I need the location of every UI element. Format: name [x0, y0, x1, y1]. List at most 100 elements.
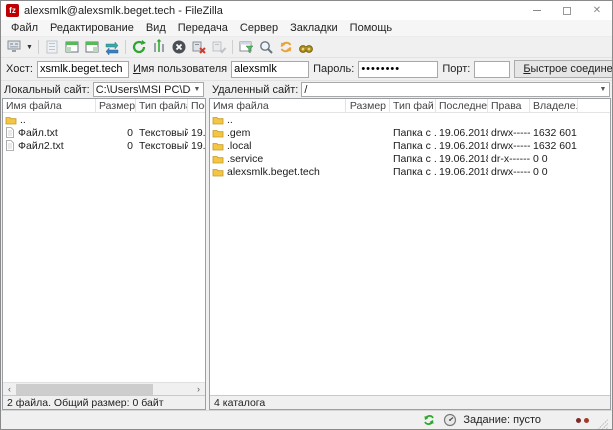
disconnect-icon[interactable]: [189, 38, 209, 56]
file-icon: [5, 127, 15, 138]
local-col-type[interactable]: Тип файла: [136, 99, 188, 112]
directory-compare-icon[interactable]: [256, 38, 276, 56]
filter-icon[interactable]: [236, 38, 256, 56]
chevron-down-icon[interactable]: ▼: [597, 86, 609, 93]
local-panel: Имя файла Размер Тип файла Последнее и .…: [2, 98, 206, 410]
site-manager-icon[interactable]: [4, 38, 24, 56]
local-col-modified[interactable]: Последнее и: [188, 99, 205, 112]
table-row[interactable]: .gem Папка с ... 19.06.2018 ... drwx----…: [210, 126, 610, 139]
local-file-list[interactable]: .. Файл.txt 0 Текстовый ... 19.06.2018 1…: [3, 113, 205, 382]
close-button[interactable]: ✕: [582, 1, 612, 20]
username-label: Имя пользователя: [133, 63, 227, 75]
folder-icon: [212, 115, 224, 125]
remote-col-size[interactable]: Размер: [346, 99, 390, 112]
folder-icon: [212, 167, 224, 177]
menu-transfer[interactable]: Передача: [172, 21, 234, 35]
port-input[interactable]: [474, 61, 510, 78]
local-site-label: Локальный сайт:: [4, 84, 90, 96]
cancel-icon[interactable]: [169, 38, 189, 56]
quickconnect-button[interactable]: Быстрое соединение: [514, 60, 613, 78]
refresh-icon[interactable]: [129, 38, 149, 56]
remote-status-text: 4 каталога: [210, 395, 610, 409]
local-horizontal-scrollbar[interactable]: ‹ ›: [3, 382, 205, 395]
find-files-icon[interactable]: [296, 38, 316, 56]
remote-site-label: Удаленный сайт:: [212, 84, 298, 96]
menu-edit[interactable]: Редактирование: [44, 21, 140, 35]
led-icon: [576, 418, 581, 423]
toggle-queue-icon[interactable]: [102, 38, 122, 56]
table-row[interactable]: alexsmlk.beget.tech Папка с ... 19.06.20…: [210, 165, 610, 178]
port-label: Порт:: [442, 63, 470, 75]
local-path-combo[interactable]: C:\Users\MSI PC\Desktop\статья\ ▼: [93, 82, 204, 97]
remote-col-type[interactable]: Тип фай: [390, 99, 436, 112]
speed-limit-icon[interactable]: [442, 412, 458, 428]
folder-icon: [212, 141, 224, 151]
folder-icon: [212, 128, 224, 138]
reconnect-icon[interactable]: [209, 38, 229, 56]
window-title: alexsmlk@alexsmlk.beget.tech - FileZilla: [24, 5, 522, 17]
transfer-indicator-leds: [576, 418, 589, 423]
process-queue-icon[interactable]: [149, 38, 169, 56]
username-input[interactable]: [231, 61, 309, 78]
file-icon: [5, 140, 15, 151]
minimize-button[interactable]: [522, 1, 552, 20]
remote-col-modified[interactable]: Последнее...: [436, 99, 488, 112]
folder-icon: [212, 154, 224, 164]
scrollbar-thumb[interactable]: [16, 384, 153, 395]
led-icon: [584, 418, 589, 423]
local-list-header: Имя файла Размер Тип файла Последнее и: [3, 99, 205, 113]
local-col-name[interactable]: Имя файла: [3, 99, 96, 112]
table-row[interactable]: Файл2.txt 0 Текстовый ... 19.06.2018 16: [3, 139, 205, 152]
queue-status-label: Задание: пусто: [463, 414, 541, 426]
local-status-text: 2 файла. Общий размер: 0 байт: [3, 395, 205, 409]
synchronized-browsing-icon[interactable]: [276, 38, 296, 56]
remote-path-combo[interactable]: / ▼: [301, 82, 610, 97]
remote-path-value: /: [302, 84, 597, 96]
password-label: Пароль:: [313, 63, 354, 75]
sync-browsing-status-icon[interactable]: [421, 412, 437, 428]
remote-col-name[interactable]: Имя файла: [210, 99, 346, 112]
toolbar: ▼: [1, 37, 612, 58]
close-icon: ✕: [593, 6, 601, 16]
remote-site-bar: Удаленный сайт: / ▼: [206, 82, 612, 97]
remote-list-header: Имя файла Размер Тип фай Последнее... Пр…: [210, 99, 610, 113]
host-input[interactable]: [37, 61, 129, 78]
local-col-size[interactable]: Размер: [96, 99, 136, 112]
host-label: Хост:: [6, 63, 33, 75]
site-manager-dropdown-icon[interactable]: ▼: [24, 38, 35, 56]
menu-bookmarks[interactable]: Закладки: [284, 21, 344, 35]
menu-file[interactable]: Файл: [5, 21, 44, 35]
filezilla-window: fz alexsmlk@alexsmlk.beget.tech - FileZi…: [0, 0, 613, 430]
maximize-button[interactable]: [552, 1, 582, 20]
table-row[interactable]: Файл.txt 0 Текстовый ... 19.06.2018 16: [3, 126, 205, 139]
chevron-down-icon[interactable]: ▼: [191, 86, 203, 93]
maximize-icon: [563, 7, 571, 15]
titlebar: fz alexsmlk@alexsmlk.beget.tech - FileZi…: [1, 1, 612, 20]
menu-help[interactable]: Помощь: [344, 21, 399, 35]
toggle-log-icon[interactable]: [42, 38, 62, 56]
folder-icon: [5, 115, 17, 125]
quickconnect-bar: Хост: Имя пользователя Пароль: Порт: Быс…: [1, 58, 612, 81]
table-row[interactable]: .service Папка с ... 19.06.2018 ... dr-x…: [210, 152, 610, 165]
local-site-bar: Локальный сайт: C:\Users\MSI PC\Desktop\…: [1, 82, 206, 97]
remote-file-list[interactable]: .. .gem Папка с ... 19.06.2018 ... drwx-…: [210, 113, 610, 395]
minimize-icon: [533, 10, 541, 11]
table-row[interactable]: ..: [210, 113, 610, 126]
scroll-left-icon[interactable]: ‹: [3, 383, 16, 396]
site-path-row: Локальный сайт: C:\Users\MSI PC\Desktop\…: [1, 81, 612, 98]
toggle-local-tree-icon[interactable]: [62, 38, 82, 56]
scroll-right-icon[interactable]: ›: [192, 383, 205, 396]
menu-server[interactable]: Сервер: [234, 21, 284, 35]
remote-panel: Имя файла Размер Тип фай Последнее... Пр…: [209, 98, 611, 410]
menu-view[interactable]: Вид: [140, 21, 172, 35]
remote-col-permissions[interactable]: Права: [488, 99, 530, 112]
resize-grip[interactable]: [598, 419, 608, 429]
file-panels: Имя файла Размер Тип файла Последнее и .…: [1, 98, 612, 410]
toggle-remote-tree-icon[interactable]: [82, 38, 102, 56]
filezilla-logo-icon: fz: [6, 4, 19, 17]
statusbar: Задание: пусто: [1, 410, 612, 429]
table-row[interactable]: .local Папка с ... 19.06.2018 ... drwx--…: [210, 139, 610, 152]
remote-col-owner[interactable]: Владеле...: [530, 99, 578, 112]
password-input[interactable]: [358, 61, 438, 78]
table-row[interactable]: ..: [3, 113, 205, 126]
